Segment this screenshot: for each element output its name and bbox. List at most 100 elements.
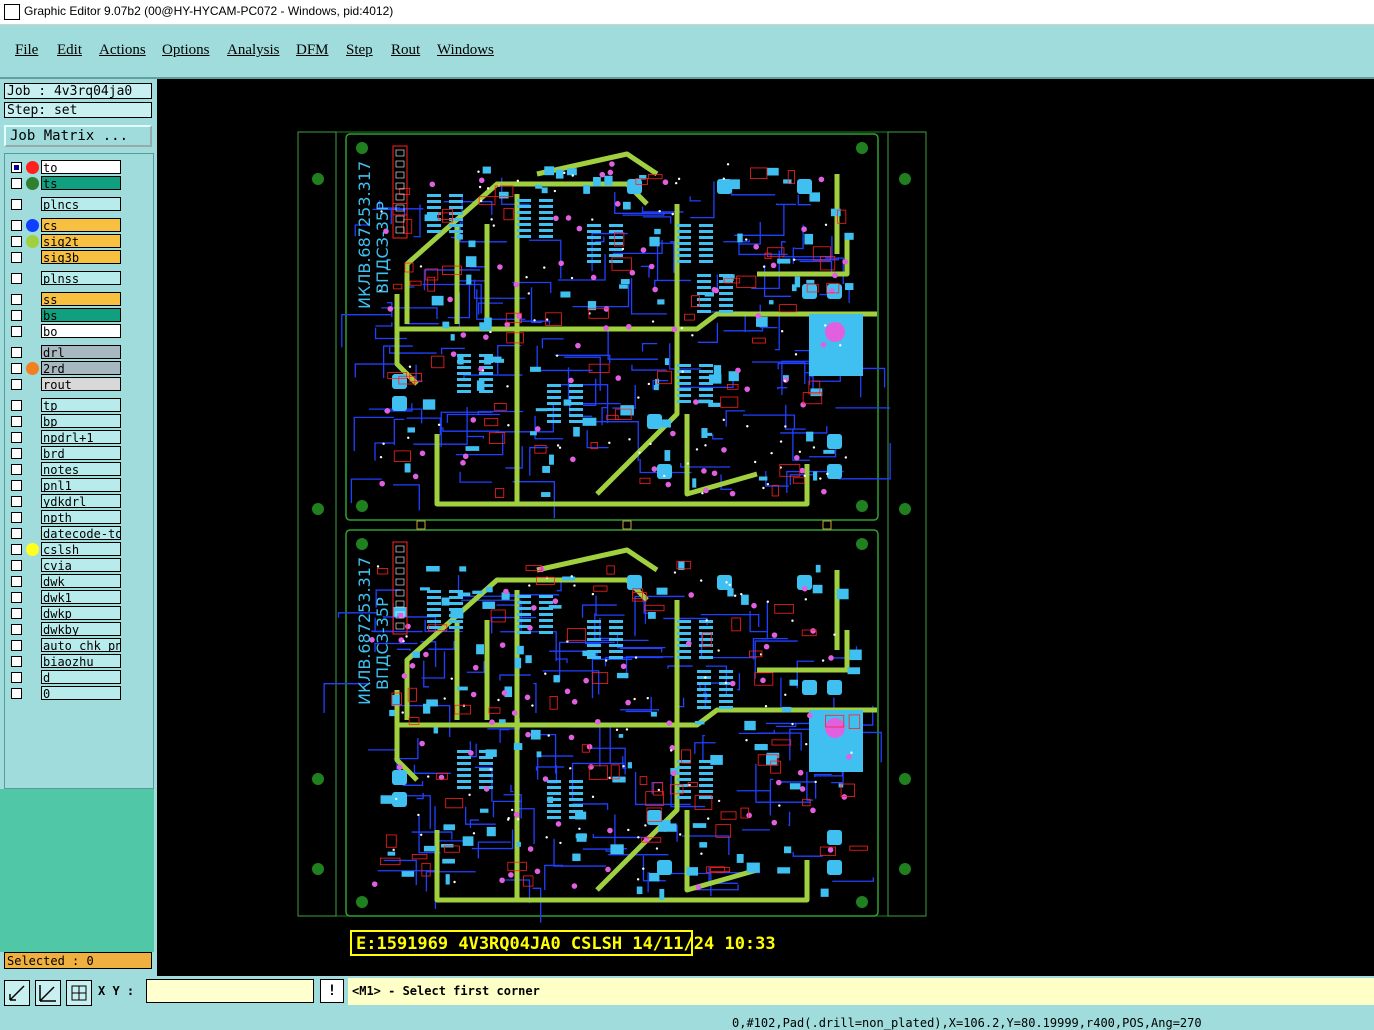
layer-row-notes[interactable]: notes (7, 462, 125, 477)
layer-name[interactable]: sig3b (41, 250, 121, 264)
layer-row-sig3b[interactable]: sig3b (7, 250, 125, 265)
layer-checkbox[interactable] (11, 656, 22, 667)
layer-row-dwkp[interactable]: dwkp (7, 606, 125, 621)
layer-checkbox[interactable] (11, 544, 22, 555)
layer-row-brd[interactable]: brd (7, 446, 125, 461)
layer-row-bp[interactable]: bp (7, 414, 125, 429)
layer-row-rout[interactable]: rout (7, 377, 125, 392)
layer-checkbox[interactable] (11, 310, 22, 321)
menu-windows[interactable]: Windows (437, 42, 494, 59)
menu-step[interactable]: Step (346, 42, 373, 59)
layer-name[interactable]: to (41, 160, 121, 174)
layer-row-pnl1[interactable]: pnl1 (7, 478, 125, 493)
menu-actions[interactable]: Actions (99, 42, 146, 59)
layer-row-auto-chk-pn-[interactable]: auto_chk_pn. (7, 638, 125, 653)
layer-checkbox[interactable] (11, 347, 22, 358)
layer-checkbox[interactable] (11, 576, 22, 587)
layer-checkbox[interactable] (11, 464, 22, 475)
layer-checkbox[interactable] (11, 528, 22, 539)
layer-checkbox[interactable] (11, 379, 22, 390)
layer-checkbox[interactable] (11, 448, 22, 459)
layer-name[interactable]: notes (41, 462, 121, 476)
layer-row-npdrl-1[interactable]: npdrl+1 (7, 430, 125, 445)
xy-input[interactable] (146, 979, 314, 1003)
layer-name[interactable]: npth (41, 510, 121, 524)
layer-row-ts[interactable]: ts (7, 176, 125, 191)
layer-checkbox[interactable] (11, 496, 22, 507)
layer-name[interactable]: drl (41, 345, 121, 359)
layer-row-npth[interactable]: npth (7, 510, 125, 525)
layer-name[interactable]: dwk (41, 574, 121, 588)
layer-checkbox[interactable] (11, 416, 22, 427)
layer-name[interactable]: auto_chk_pn. (41, 638, 121, 652)
layer-checkbox[interactable] (11, 273, 22, 284)
layer-checkbox[interactable] (11, 178, 22, 189)
layer-row-bs[interactable]: bs (7, 308, 125, 323)
layer-row-bo[interactable]: bo (7, 324, 125, 339)
menu-file[interactable]: File (15, 42, 38, 59)
layer-row-ydkdrl[interactable]: ydkdrl (7, 494, 125, 509)
layer-checkbox[interactable] (11, 608, 22, 619)
layer-checkbox[interactable] (11, 400, 22, 411)
layer-checkbox[interactable] (11, 432, 22, 443)
layer-name[interactable]: dwk1 (41, 590, 121, 604)
menu-dfm[interactable]: DFM (296, 42, 329, 59)
layer-name[interactable]: plncs (41, 197, 121, 211)
job-matrix-button[interactable]: Job Matrix ... (4, 125, 152, 147)
layer-checkbox[interactable] (11, 672, 22, 683)
grid-icon[interactable] (66, 980, 92, 1006)
layer-row-drl[interactable]: drl (7, 345, 125, 360)
menu-edit[interactable]: Edit (57, 42, 82, 59)
layer-checkbox[interactable] (11, 326, 22, 337)
layer-name[interactable]: datecode-to (41, 526, 121, 540)
layer-name[interactable]: d (41, 670, 121, 684)
layer-name[interactable]: dwkp (41, 606, 121, 620)
zoom-icon[interactable] (4, 980, 30, 1006)
menu-rout[interactable]: Rout (391, 42, 420, 59)
layer-name[interactable]: bo (41, 324, 121, 338)
layer-name[interactable]: biaozhu (41, 654, 121, 668)
layer-name[interactable]: ts (41, 176, 121, 190)
layer-checkbox[interactable] (11, 236, 22, 247)
layer-row-to[interactable]: to (7, 160, 125, 175)
layer-checkbox[interactable] (11, 640, 22, 651)
layer-name[interactable]: 0 (41, 686, 121, 700)
layer-checkbox[interactable] (11, 252, 22, 263)
layer-row-d[interactable]: d (7, 670, 125, 685)
layer-name[interactable]: brd (41, 446, 121, 460)
layer-row-cs[interactable]: cs (7, 218, 125, 233)
layer-name[interactable]: plnss (41, 271, 121, 285)
layer-checkbox[interactable] (11, 294, 22, 305)
measure-icon[interactable] (35, 980, 61, 1006)
layer-row-dwk[interactable]: dwk (7, 574, 125, 589)
layer-checkbox[interactable] (11, 162, 22, 173)
layer-row-datecode-to[interactable]: datecode-to (7, 526, 125, 541)
layer-name[interactable]: dwkby (41, 622, 121, 636)
layer-row-biaozhu[interactable]: biaozhu (7, 654, 125, 669)
layer-checkbox[interactable] (11, 480, 22, 491)
layer-checkbox[interactable] (11, 560, 22, 571)
layer-row-2rd[interactable]: 2rd (7, 361, 125, 376)
layer-name[interactable]: rout (41, 377, 121, 391)
layer-row-cslsh[interactable]: cslsh (7, 542, 125, 557)
layer-row-plnss[interactable]: plnss (7, 271, 125, 286)
layer-row-sig2t[interactable]: sig2t (7, 234, 125, 249)
layer-name[interactable]: cslsh (41, 542, 121, 556)
layer-name[interactable]: 2rd (41, 361, 121, 375)
layer-row-cvia[interactable]: cvia (7, 558, 125, 573)
layer-checkbox[interactable] (11, 592, 22, 603)
layer-checkbox[interactable] (11, 624, 22, 635)
layer-row-ss[interactable]: ss (7, 292, 125, 307)
layer-row-dwk1[interactable]: dwk1 (7, 590, 125, 605)
layer-checkbox[interactable] (11, 220, 22, 231)
layer-checkbox[interactable] (11, 512, 22, 523)
layer-name[interactable]: bs (41, 308, 121, 322)
layer-row-0[interactable]: 0 (7, 686, 125, 701)
layer-row-dwkby[interactable]: dwkby (7, 622, 125, 637)
graphic-canvas[interactable]: ИКЛВ.687253.317 ВПДСЗ-35Р ИКЛВ.687253.317 В… (157, 79, 1374, 976)
layer-name[interactable]: npdrl+1 (41, 430, 121, 444)
layer-checkbox[interactable] (11, 363, 22, 374)
layer-name[interactable]: cvia (41, 558, 121, 572)
alert-icon[interactable]: ! (320, 979, 344, 1003)
layer-name[interactable]: ss (41, 292, 121, 306)
